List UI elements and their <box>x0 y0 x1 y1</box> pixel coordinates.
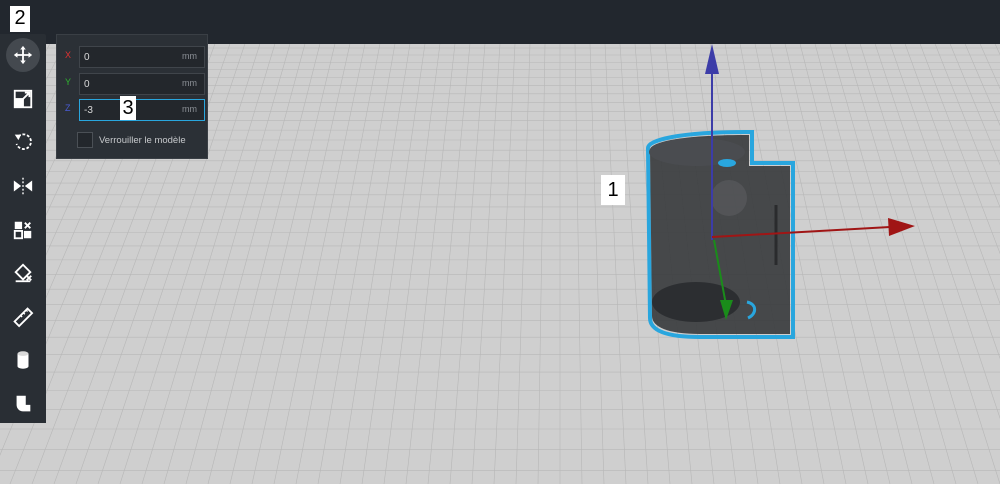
mirror-tool-button[interactable] <box>6 169 40 203</box>
per-model-settings-tool-button[interactable] <box>6 213 40 247</box>
lock-model-label: Verrouiller le modèle <box>99 134 186 146</box>
support-blocker-icon <box>14 263 32 283</box>
per-model-settings-icon <box>13 221 32 240</box>
measure-tool-button[interactable] <box>6 300 40 334</box>
lock-model-row[interactable]: Verrouiller le modèle <box>77 131 186 149</box>
x-axis-label: X <box>65 50 72 60</box>
cylinder-icon <box>17 351 29 369</box>
callout-move-tool: 2 <box>10 6 30 32</box>
y-position-row: Y mm <box>65 73 205 95</box>
scale-tool-button[interactable] <box>6 82 40 116</box>
callout-model: 1 <box>601 175 625 205</box>
model-hole <box>711 180 747 216</box>
mirror-icon <box>13 177 33 195</box>
tool-sidebar <box>0 34 46 423</box>
move-tool-button[interactable] <box>6 38 40 72</box>
rotate-icon <box>14 133 32 150</box>
support-blocker-tool-button[interactable] <box>6 256 40 290</box>
x-unit-label: mm <box>182 51 197 61</box>
cura-window: X mm Y mm Z mm Verrouiller le modèle 2 3… <box>0 0 1000 484</box>
y-unit-label: mm <box>182 78 197 88</box>
custom-shape-icon <box>16 395 31 412</box>
move-arrows-icon <box>13 45 33 65</box>
scale-icon <box>13 89 33 109</box>
z-axis-label: Z <box>65 103 71 113</box>
custom-shape-tool-button[interactable] <box>6 387 40 421</box>
callout-z-field: 3 <box>120 96 136 120</box>
rotate-tool-button[interactable] <box>6 125 40 159</box>
lock-model-checkbox[interactable] <box>77 132 93 148</box>
cylinder-tool-button[interactable] <box>6 343 40 377</box>
z-unit-label: mm <box>182 104 197 114</box>
y-axis-label: Y <box>65 77 72 87</box>
model-hole-edge <box>718 159 736 167</box>
x-position-row: X mm <box>65 46 205 68</box>
ruler-icon <box>13 307 34 328</box>
